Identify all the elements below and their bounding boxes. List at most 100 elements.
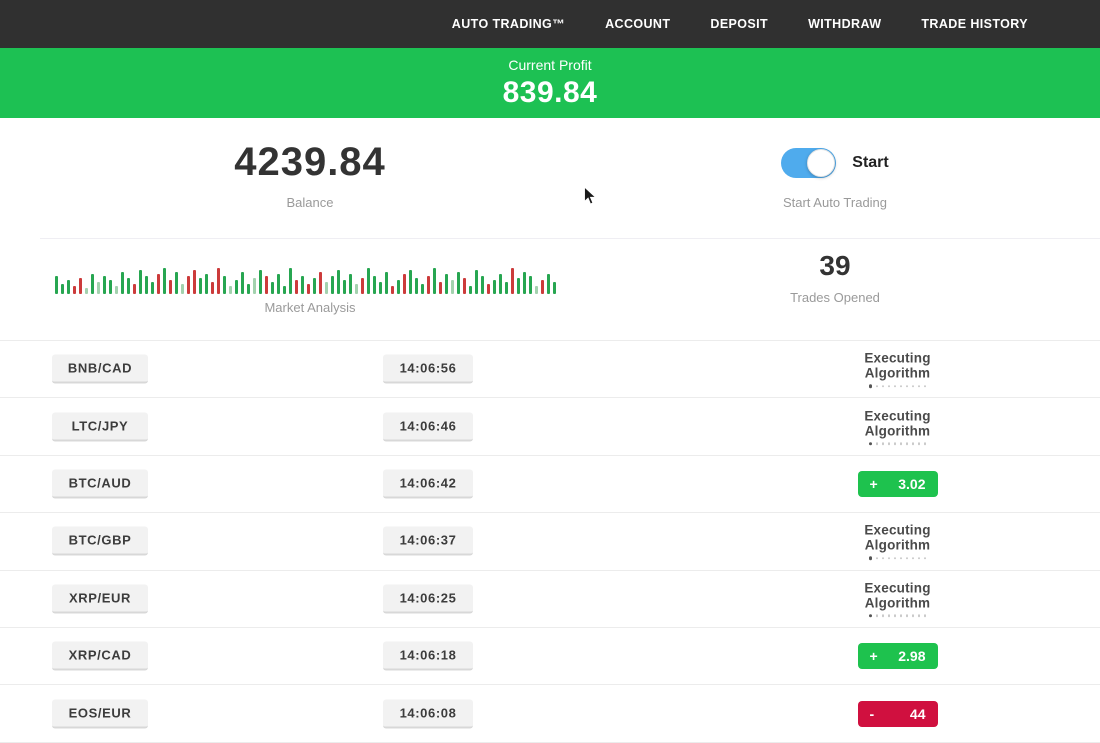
balance-label: Balance xyxy=(60,195,560,210)
market-bar xyxy=(325,282,328,294)
pair-chip[interactable]: EOS/EUR xyxy=(52,699,148,728)
market-bar xyxy=(73,286,76,294)
market-bar xyxy=(205,274,208,294)
market-bar xyxy=(451,280,454,294)
time-chip[interactable]: 14:06:08 xyxy=(383,699,473,728)
nav-deposit[interactable]: DEPOSIT xyxy=(710,17,768,31)
pair-chip[interactable]: BTC/AUD xyxy=(52,469,148,498)
market-bar xyxy=(355,284,358,294)
market-bar xyxy=(517,278,520,294)
progress-dot xyxy=(888,615,891,618)
market-bar xyxy=(409,270,412,294)
market-bar xyxy=(337,270,340,294)
executing-label: Executing Algorithm xyxy=(830,408,965,438)
market-bar xyxy=(391,286,394,294)
trade-result: Executing Algorithm xyxy=(830,408,965,446)
market-bar xyxy=(385,272,388,294)
table-row: EOS/EUR 14:06:08 - 44 xyxy=(0,684,1100,741)
time-chip[interactable]: 14:06:46 xyxy=(383,412,473,441)
nav-trade-history[interactable]: TRADE HISTORY xyxy=(921,17,1028,31)
market-analysis-chart xyxy=(55,257,563,294)
executing-status: Executing Algorithm xyxy=(830,523,965,561)
progress-dot xyxy=(906,615,909,618)
executing-status: Executing Algorithm xyxy=(830,350,965,388)
progress-dot xyxy=(900,615,903,618)
toggle-label: Start xyxy=(852,154,888,172)
pair-chip[interactable]: LTC/JPY xyxy=(52,412,148,441)
progress-dot xyxy=(869,557,873,561)
progress-dot xyxy=(876,557,879,560)
market-bar xyxy=(373,276,376,294)
progress-dot xyxy=(924,442,927,445)
table-row: BTC/GBP 14:06:37 Executing Algorithm xyxy=(0,512,1100,569)
market-analysis-label: Market Analysis xyxy=(60,300,560,315)
market-bar xyxy=(145,276,148,294)
market-bar xyxy=(61,284,64,294)
auto-trading-block: Start Start Auto Trading xyxy=(710,148,960,210)
trade-list: BNB/CAD 14:06:56 Executing Algorithm LTC… xyxy=(0,340,1100,743)
market-section: Market Analysis 39 Trades Opened xyxy=(0,238,1100,340)
time-chip[interactable]: 14:06:56 xyxy=(383,355,473,384)
market-bar xyxy=(115,286,118,294)
pair-chip[interactable]: XRP/EUR xyxy=(52,584,148,613)
stats-section: 4239.84 Balance Start Start Auto Trading xyxy=(0,118,1100,238)
market-bar xyxy=(109,280,112,294)
time-chip[interactable]: 14:06:42 xyxy=(383,469,473,498)
time-chip[interactable]: 14:06:25 xyxy=(383,584,473,613)
progress-dots xyxy=(830,384,965,388)
progress-dot xyxy=(894,557,897,560)
nav-account[interactable]: ACCOUNT xyxy=(605,17,670,31)
trade-result: + 3.02 xyxy=(830,471,965,497)
progress-dot xyxy=(894,442,897,445)
progress-dot xyxy=(906,385,909,388)
progress-dot xyxy=(912,442,915,445)
profit-badge: + 3.02 xyxy=(858,471,938,497)
pair-chip[interactable]: XRP/CAD xyxy=(52,642,148,671)
progress-dot xyxy=(900,557,903,560)
trade-result: + 2.98 xyxy=(830,643,965,669)
badge-sign: + xyxy=(870,648,878,664)
table-row: LTC/JPY 14:06:46 Executing Algorithm xyxy=(0,397,1100,454)
current-profit-value: 839.84 xyxy=(0,76,1100,110)
market-bar xyxy=(397,280,400,294)
toggle-knob xyxy=(807,149,835,177)
market-bar xyxy=(463,278,466,294)
profit-badge: + 2.98 xyxy=(858,643,938,669)
balance-block: 4239.84 Balance xyxy=(60,140,560,210)
auto-trading-toggle[interactable] xyxy=(781,148,836,178)
market-bar xyxy=(349,274,352,294)
progress-dot xyxy=(918,385,921,388)
market-bar xyxy=(313,278,316,294)
market-bar xyxy=(157,274,160,294)
badge-sign: + xyxy=(870,476,878,492)
pair-chip[interactable]: BNB/CAD xyxy=(52,355,148,384)
market-bar xyxy=(241,272,244,294)
table-row: BNB/CAD 14:06:56 Executing Algorithm xyxy=(0,340,1100,397)
market-bar xyxy=(91,274,94,294)
top-nav: AUTO TRADING™ ACCOUNT DEPOSIT WITHDRAW T… xyxy=(0,0,1100,48)
progress-dot xyxy=(869,442,873,446)
nav-auto-trading[interactable]: AUTO TRADING™ xyxy=(452,17,565,31)
market-bar xyxy=(85,288,88,294)
current-profit-label: Current Profit xyxy=(0,57,1100,73)
market-bar xyxy=(229,286,232,294)
market-bar xyxy=(553,282,556,294)
market-bar xyxy=(379,282,382,294)
nav-withdraw[interactable]: WITHDRAW xyxy=(808,17,881,31)
trade-result: Executing Algorithm xyxy=(830,580,965,618)
pair-chip[interactable]: BTC/GBP xyxy=(52,527,148,556)
current-profit-banner: Current Profit 839.84 xyxy=(0,48,1100,118)
auto-trading-sublabel: Start Auto Trading xyxy=(710,195,960,210)
progress-dots xyxy=(830,442,965,446)
table-row: XRP/EUR 14:06:25 Executing Algorithm xyxy=(0,570,1100,627)
market-bar xyxy=(295,280,298,294)
progress-dot xyxy=(924,385,927,388)
time-chip[interactable]: 14:06:37 xyxy=(383,527,473,556)
trade-result: - 44 xyxy=(830,701,965,727)
time-chip[interactable]: 14:06:18 xyxy=(383,642,473,671)
progress-dot xyxy=(894,385,897,388)
market-bar xyxy=(277,274,280,294)
market-bar xyxy=(265,276,268,294)
progress-dot xyxy=(882,615,885,618)
progress-dot xyxy=(912,385,915,388)
